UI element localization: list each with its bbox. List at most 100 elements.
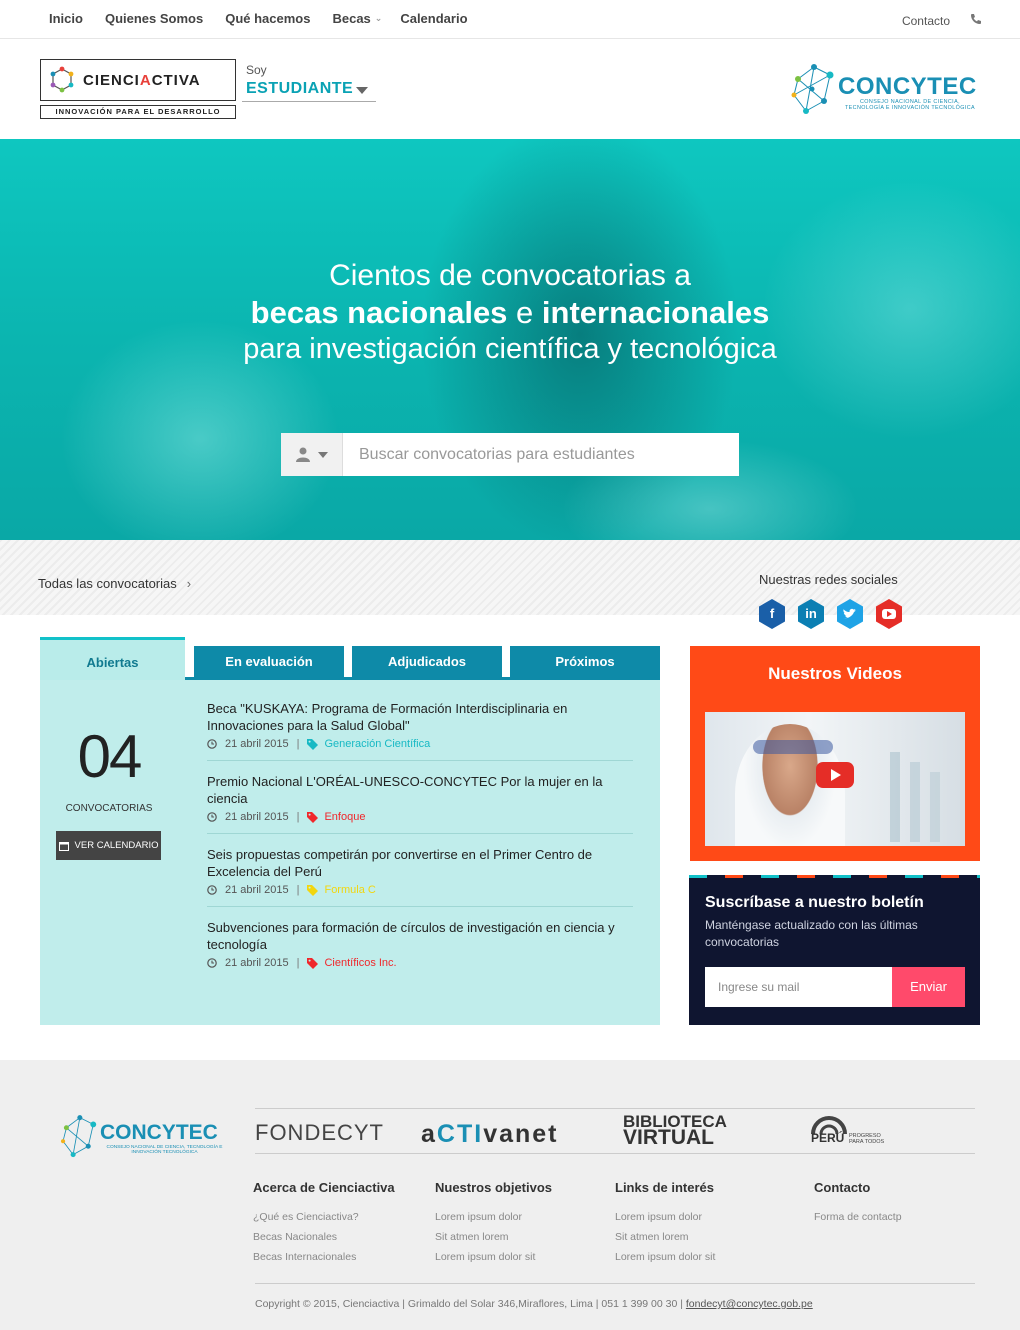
videos-title: Nuestros Videos xyxy=(768,664,902,683)
test-tube-shape xyxy=(890,752,900,842)
chevron-down-icon: ⌄ xyxy=(374,13,383,23)
footer-link[interactable]: Lorem ipsum dolor sit xyxy=(435,1247,615,1267)
profile-label: Soy xyxy=(246,63,267,77)
footer-col-title: Links de interés xyxy=(615,1180,714,1195)
network-icon xyxy=(791,64,834,114)
cienciactiva-logo[interactable]: CIENCIACTIVA INNOVACIÓN PARA EL DESARROL… xyxy=(40,59,236,119)
footer-col-links: Links de interés Lorem ipsum dolor Sit a… xyxy=(615,1180,814,1267)
footer-columns: Acerca de Cienciactiva ¿Qué es Cienciact… xyxy=(253,1180,964,1267)
footer-col-title: Acerca de Cienciactiva xyxy=(253,1180,395,1195)
enviar-button[interactable]: Enviar xyxy=(892,967,965,1007)
item-title[interactable]: Seis propuestas competirán por convertir… xyxy=(207,846,633,880)
phone-icon[interactable] xyxy=(970,13,982,25)
search-bar xyxy=(281,433,739,476)
footer-link[interactable]: Lorem ipsum dolor xyxy=(615,1207,814,1227)
hero-banner: Cientos de convocatorias a becas naciona… xyxy=(0,139,1020,540)
fondecyt-logo[interactable]: FONDECYT xyxy=(255,1120,384,1146)
all-convocatorias-label: Todas las convocatorias xyxy=(38,576,177,591)
calendar-icon xyxy=(58,841,69,851)
search-category-select[interactable] xyxy=(281,433,343,476)
footer-email-link[interactable]: fondecyt@concytec.gob.pe xyxy=(686,1298,813,1310)
chevron-right-icon: › xyxy=(186,576,192,591)
item-title[interactable]: Beca "KUSKAYA: Programa de Formación Int… xyxy=(207,700,633,734)
tab-abiertas[interactable]: Abiertas xyxy=(40,637,185,680)
tab-en-evaluacion[interactable]: En evaluación xyxy=(194,646,344,678)
top-navigation: Inicio Quienes Somos Qué hacemos Becas ⌄ … xyxy=(0,0,1020,39)
all-convocatorias-link[interactable]: Todas las convocatorias › xyxy=(38,576,191,591)
ver-calendario-button[interactable]: VER CALENDARIO xyxy=(56,831,161,860)
nav-calendario[interactable]: Calendario xyxy=(400,11,467,26)
convocatorias-list: Beca "KUSKAYA: Programa de Formación Int… xyxy=(207,700,633,991)
clock-icon xyxy=(207,885,217,895)
item-meta: 21 abril 2015 | Generación Científica xyxy=(207,738,633,750)
nav-quienes-somos[interactable]: Quienes Somos xyxy=(105,11,203,26)
search-input[interactable] xyxy=(343,433,739,476)
newsletter-accent-bar xyxy=(689,875,980,878)
contact-link[interactable]: Contacto xyxy=(902,14,950,28)
email-field[interactable] xyxy=(705,967,892,1007)
item-date: 21 abril 2015 xyxy=(225,957,289,969)
main-menu: Inicio Quienes Somos Qué hacemos Becas ⌄ … xyxy=(49,11,490,26)
facebook-icon[interactable]: f xyxy=(757,599,787,629)
copyright-text: Copyright © 2015, Cienciactiva | Grimald… xyxy=(255,1298,813,1310)
footer-link[interactable]: Becas Internacionales xyxy=(253,1247,435,1267)
convocatorias-panel: 04 CONVOCATORIAS VER CALENDARIO Beca "KU… xyxy=(40,680,660,1025)
footer-link[interactable]: Lorem ipsum dolor xyxy=(435,1207,615,1227)
list-item[interactable]: Premio Nacional L'ORÉAL-UNESCO-CONCYTEC … xyxy=(207,773,633,834)
footer-concytec-logo[interactable]: CONCYTEC CONSEJO NACIONAL DE CIENCIA, TE… xyxy=(58,1112,228,1164)
clock-icon xyxy=(207,812,217,822)
list-item[interactable]: Beca "KUSKAYA: Programa de Formación Int… xyxy=(207,700,633,761)
footer-link[interactable]: Forma de contactp xyxy=(814,1207,964,1227)
clock-icon xyxy=(207,958,217,968)
footer-link[interactable]: Lorem ipsum dolor sit xyxy=(615,1247,814,1267)
item-date: 21 abril 2015 xyxy=(225,738,289,750)
footer-link[interactable]: Sit atmen lorem xyxy=(435,1227,615,1247)
item-tag[interactable]: Generación Científica xyxy=(324,738,430,750)
nav-que-hacemos[interactable]: Qué hacemos xyxy=(225,11,310,26)
videos-widget: Nuestros Videos xyxy=(690,646,980,861)
tab-proximos[interactable]: Próximos xyxy=(510,646,660,678)
activanet-logo[interactable]: aCTIvanet xyxy=(421,1120,559,1149)
footer-link[interactable]: Sit atmen lorem xyxy=(615,1227,814,1247)
item-tag[interactable]: Formula C xyxy=(324,884,375,896)
newsletter-text: Manténgase actualizado con las últimas c… xyxy=(705,918,918,949)
list-item[interactable]: Subvenciones para formación de círculos … xyxy=(207,919,633,979)
twitter-icon[interactable] xyxy=(835,599,865,629)
social-label: Nuestras redes sociales xyxy=(759,572,898,587)
clock-icon xyxy=(207,739,217,749)
newsletter-widget: Suscríbase a nuestro boletín Manténgase … xyxy=(689,875,980,1025)
item-tag[interactable]: Enfoque xyxy=(324,811,365,823)
item-tag[interactable]: Científicos Inc. xyxy=(324,957,396,969)
concytec-logo[interactable]: CONCYTEC CONSEJO NACIONAL DE CIENCIA, TE… xyxy=(788,61,980,121)
list-item[interactable]: Seis propuestas competirán por convertir… xyxy=(207,846,633,907)
item-title[interactable]: Subvenciones para formación de círculos … xyxy=(207,919,633,953)
item-title[interactable]: Premio Nacional L'ORÉAL-UNESCO-CONCYTEC … xyxy=(207,773,633,807)
footer-link[interactable]: Becas Nacionales xyxy=(253,1227,435,1247)
peru-logo[interactable]: PERÚ PROGRESO PARA TODOS xyxy=(811,1114,901,1150)
footer-col-acerca: Acerca de Cienciactiva ¿Qué es Cienciact… xyxy=(253,1180,435,1267)
social-links: f in xyxy=(757,599,904,629)
item-meta: 21 abril 2015 | Enfoque xyxy=(207,811,633,823)
item-meta: 21 abril 2015 | Científicos Inc. xyxy=(207,957,633,969)
biblioteca-virtual-logo[interactable]: BIBLIOTECA VIRTUAL xyxy=(623,1113,727,1148)
youtube-icon[interactable] xyxy=(874,599,904,629)
logo-tagline: INNOVACIÓN PARA EL DESARROLLO xyxy=(40,105,236,119)
play-icon[interactable] xyxy=(816,762,854,788)
tag-icon xyxy=(307,957,319,969)
linkedin-icon[interactable]: in xyxy=(796,599,826,629)
logo-main: CIENCIACTIVA xyxy=(40,59,236,101)
hero-line-3: para investigación científica y tecnológ… xyxy=(243,333,777,365)
item-meta: 21 abril 2015 | Formula C xyxy=(207,884,633,896)
tab-adjudicados[interactable]: Adjudicados xyxy=(352,646,502,678)
nav-inicio[interactable]: Inicio xyxy=(49,11,83,26)
hero-line-1: Cientos de convocatorias a xyxy=(329,259,691,292)
nav-becas[interactable]: Becas ⌄ xyxy=(332,11,382,26)
footer-col-title: Nuestros objetivos xyxy=(435,1180,553,1195)
caret-down-icon xyxy=(317,451,328,458)
footer-link[interactable]: ¿Qué es Cienciactiva? xyxy=(253,1207,435,1227)
item-date: 21 abril 2015 xyxy=(225,884,289,896)
video-thumbnail[interactable] xyxy=(705,712,965,846)
profile-selector[interactable]: Soy ESTUDIANTE xyxy=(242,59,376,102)
convocatorias-count-label: CONVOCATORIAS xyxy=(65,803,153,814)
molecule-icon xyxy=(50,66,74,93)
